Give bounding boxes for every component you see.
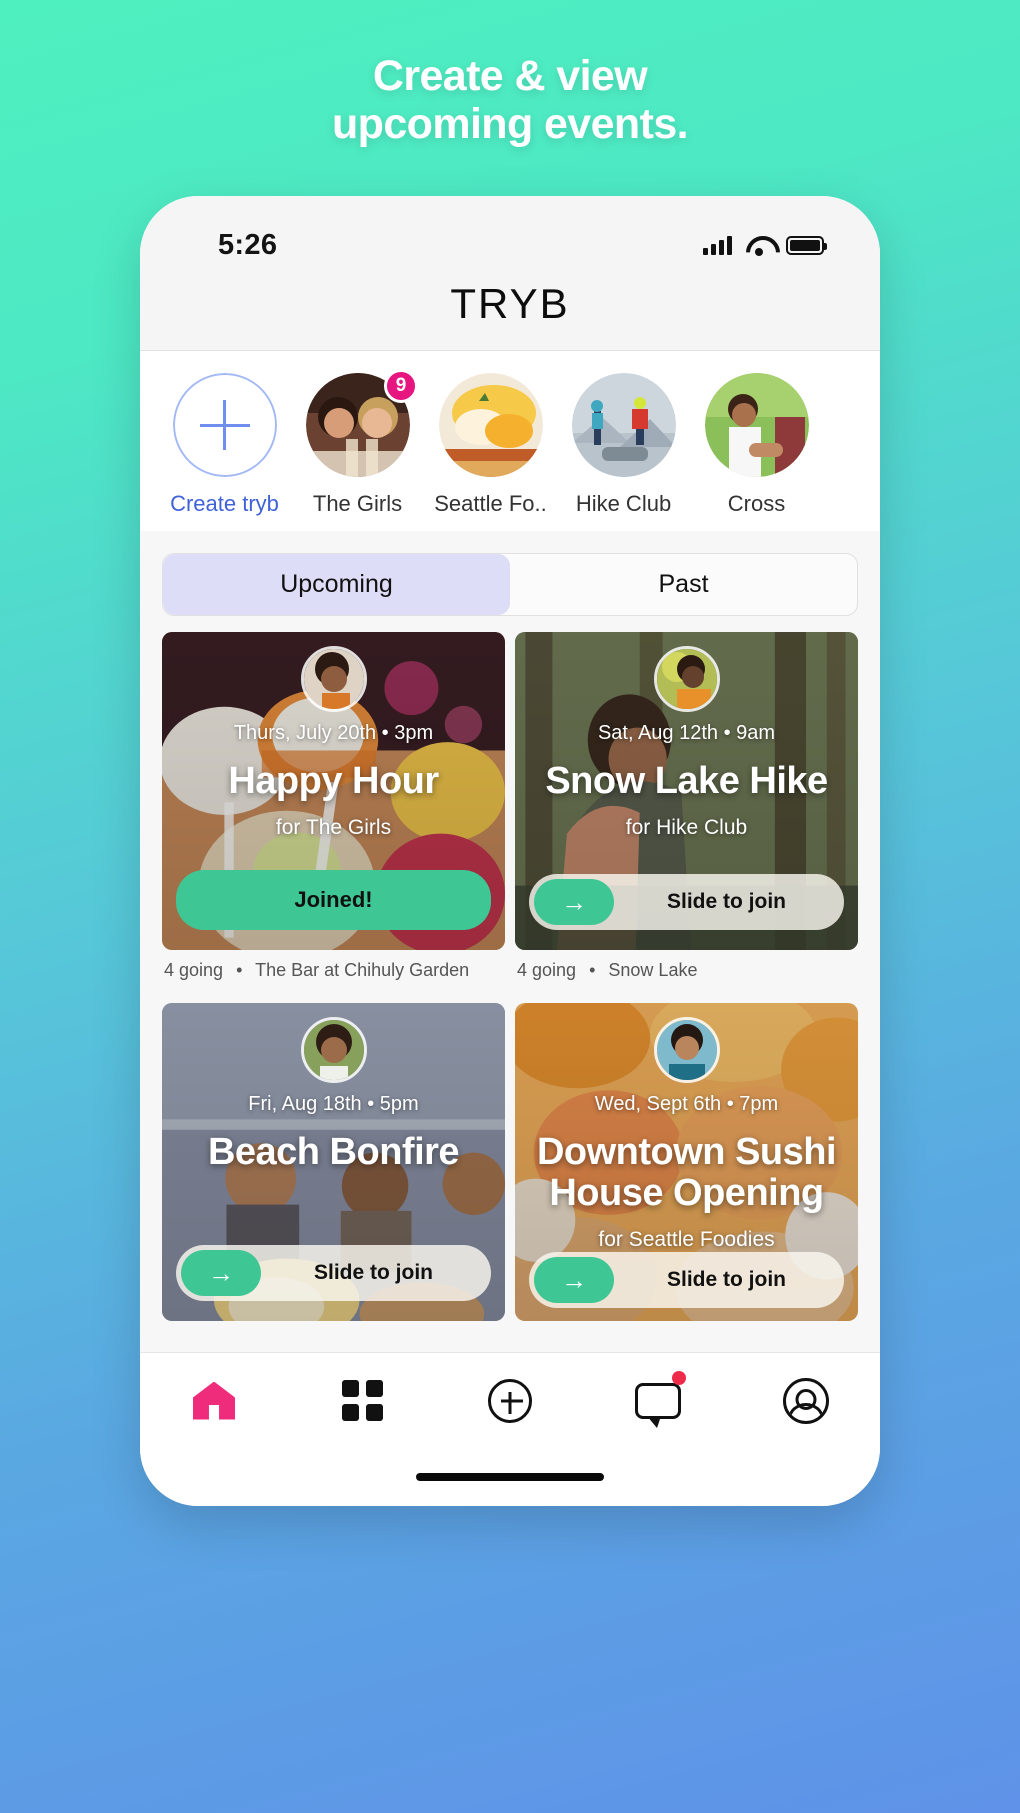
event-cell: Thurs, July 20th • 3pm Happy Hour for Th…: [162, 632, 505, 995]
nav-discover[interactable]: [336, 1375, 388, 1427]
event-group: for Hike Club: [625, 816, 748, 840]
arrow-right-icon[interactable]: →: [534, 879, 614, 925]
going-count: 4 going: [517, 960, 577, 980]
event-grid: Thurs, July 20th • 3pm Happy Hour for Th…: [140, 632, 880, 1352]
status-time: 5:26: [218, 228, 278, 261]
going-count: 4 going: [164, 960, 224, 980]
tryb-label: Hike Club: [575, 491, 672, 516]
events-filter: Upcoming Past: [140, 531, 880, 632]
event-cta[interactable]: → Slide to join: [176, 1245, 491, 1301]
slide-to-join-button[interactable]: → Slide to join: [529, 1252, 844, 1309]
profile-icon: [783, 1377, 829, 1424]
slide-label: Slide to join: [667, 890, 786, 913]
event-title: Downtown Sushi House Opening: [536, 1131, 837, 1215]
status-badge: 9: [384, 369, 418, 403]
event-card-happy-hour[interactable]: Thurs, July 20th • 3pm Happy Hour for Th…: [162, 632, 505, 950]
event-cell: Wed, Sept 6th • 7pm Downtown Sushi House…: [515, 1003, 858, 1321]
event-cta[interactable]: → Slide to join: [529, 1252, 844, 1309]
status-icons: [703, 235, 827, 256]
nav-profile[interactable]: [780, 1375, 832, 1427]
host-avatar: [300, 1017, 367, 1083]
bottom-navigation[interactable]: [140, 1352, 880, 1448]
event-title: Snow Lake Hike: [545, 760, 828, 802]
notification-dot: [672, 1370, 686, 1385]
event-group: for Seattle Foodies: [598, 1228, 775, 1252]
battery-icon: [786, 235, 827, 255]
tryb-label: Seattle Fo..: [434, 491, 547, 516]
avatar-image: [704, 373, 809, 477]
event-card-beach-bonfire[interactable]: Fri, Aug 18th • 5pm Beach Bonfire → Slid…: [162, 1003, 505, 1321]
event-card-snow-lake-hike[interactable]: Sat, Aug 12th • 9am Snow Lake Hike for H…: [515, 632, 858, 950]
page-title: Create & view upcoming events.: [0, 52, 1020, 148]
event-date: Wed, Sept 6th • 7pm: [594, 1093, 779, 1115]
event-card-downtown-sushi-house-opening[interactable]: Wed, Sept 6th • 7pm Downtown Sushi House…: [515, 1003, 858, 1321]
event-location: The Bar at Chihuly Garden: [255, 960, 470, 980]
avatar: [438, 373, 543, 477]
event-group: for The Girls: [275, 816, 392, 840]
tryb-item-the-girls[interactable]: 9 The Girls: [291, 369, 424, 517]
status-bar: 5:26: [140, 196, 880, 274]
separator-dot: •: [589, 960, 596, 980]
tryb-label: Create tryb: [170, 491, 279, 516]
event-cell: Fri, Aug 18th • 5pm Beach Bonfire → Slid…: [162, 1003, 505, 1321]
headline-line-1: Create & view: [372, 52, 648, 100]
arrow-right-icon[interactable]: →: [534, 1257, 614, 1304]
event-date: Sat, Aug 12th • 9am: [597, 722, 776, 744]
tab-past[interactable]: Past: [510, 554, 857, 615]
event-meta: 4 going • The Bar at Chihuly Garden: [162, 950, 505, 995]
event-meta: 4 going • Snow Lake: [515, 950, 858, 995]
plus-circle-icon: [488, 1378, 532, 1423]
arrow-right-icon[interactable]: →: [181, 1250, 261, 1296]
headline-line-2: upcoming events.: [332, 100, 689, 149]
slide-to-join-button[interactable]: → Slide to join: [176, 1245, 491, 1301]
event-title: Happy Hour: [228, 760, 439, 802]
home-indicator: [140, 1448, 880, 1506]
app-title: TRYB: [140, 274, 880, 351]
joined-button[interactable]: Joined!: [176, 870, 491, 930]
tryb-list[interactable]: Create tryb 9 The Girls Seattle Fo.. Hik…: [140, 351, 880, 531]
chat-icon: [635, 1382, 681, 1428]
tryb-item-seattle-foodies[interactable]: Seattle Fo..: [424, 373, 557, 517]
create-tryb-avatar: [172, 373, 277, 477]
nav-create[interactable]: [484, 1375, 536, 1427]
separator-dot: •: [236, 960, 243, 980]
slide-label: Slide to join: [314, 1261, 433, 1284]
nav-messages[interactable]: [632, 1370, 686, 1428]
host-avatar: [653, 646, 720, 712]
plus-icon: [172, 373, 277, 477]
avatar-image: [656, 649, 717, 709]
event-title: Beach Bonfire: [207, 1131, 460, 1173]
avatar-image: [303, 1020, 364, 1080]
tryb-item-hike-club[interactable]: Hike Club: [557, 373, 690, 517]
event-date: Fri, Aug 18th • 5pm: [248, 1093, 419, 1115]
event-location: Snow Lake: [608, 960, 698, 980]
tryb-item-crossfit[interactable]: Cross: [690, 373, 823, 517]
event-cta[interactable]: Joined!: [176, 870, 491, 930]
slide-to-join-button[interactable]: → Slide to join: [529, 874, 844, 930]
tryb-label: Cross: [727, 491, 786, 516]
avatar: [704, 373, 809, 477]
phone-mockup: 5:26 TRYB Create tryb 9 The Girls Seattl…: [140, 196, 880, 1506]
host-avatar: [300, 646, 367, 712]
home-icon: [193, 1381, 235, 1420]
tryb-label: The Girls: [312, 491, 403, 516]
event-date: Thurs, July 20th • 3pm: [233, 722, 434, 744]
host-avatar: [653, 1017, 720, 1083]
avatar-image: [571, 373, 676, 477]
cellular-signal-icon: [703, 235, 732, 255]
wifi-icon: [746, 235, 772, 256]
avatar-image: [303, 649, 364, 709]
avatar: [571, 373, 676, 477]
event-cta[interactable]: → Slide to join: [529, 874, 844, 930]
avatar-image: [438, 373, 543, 477]
tryb-item-create[interactable]: Create tryb: [158, 373, 291, 517]
avatar-image: [656, 1020, 717, 1080]
slide-label: Slide to join: [667, 1268, 786, 1292]
nav-home[interactable]: [188, 1375, 240, 1427]
tab-upcoming[interactable]: Upcoming: [163, 554, 510, 615]
grid-icon: [341, 1380, 383, 1421]
segmented-control[interactable]: Upcoming Past: [162, 553, 858, 616]
event-cell: Sat, Aug 12th • 9am Snow Lake Hike for H…: [515, 632, 858, 995]
